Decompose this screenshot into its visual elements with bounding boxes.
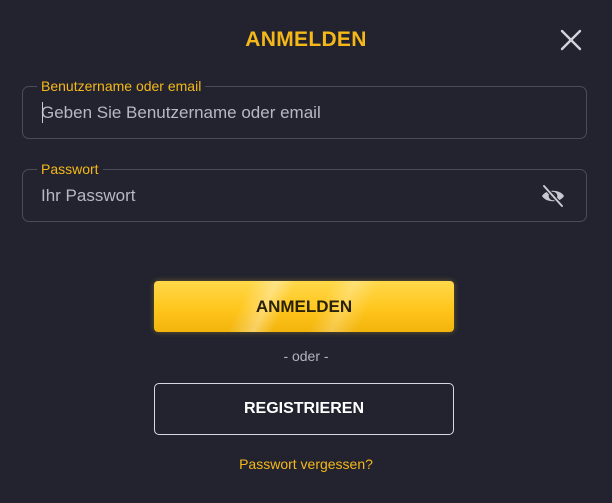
forgot-password-link[interactable]: Passwort vergessen?: [0, 456, 612, 472]
modal-title: ANMELDEN: [245, 28, 367, 51]
register-button[interactable]: REGISTRIEREN: [154, 383, 454, 435]
login-modal: ANMELDEN Benutzername oder email Passwor…: [0, 0, 612, 503]
close-icon[interactable]: [558, 27, 584, 53]
username-input[interactable]: [41, 87, 541, 138]
or-separator: - oder -: [283, 348, 329, 364]
username-field: Benutzername oder email: [22, 77, 587, 139]
login-button[interactable]: ANMELDEN: [154, 281, 454, 332]
password-input[interactable]: [41, 170, 541, 221]
password-field: Passwort: [22, 160, 587, 222]
eye-off-icon[interactable]: [540, 183, 566, 209]
text-cursor: [42, 102, 43, 123]
